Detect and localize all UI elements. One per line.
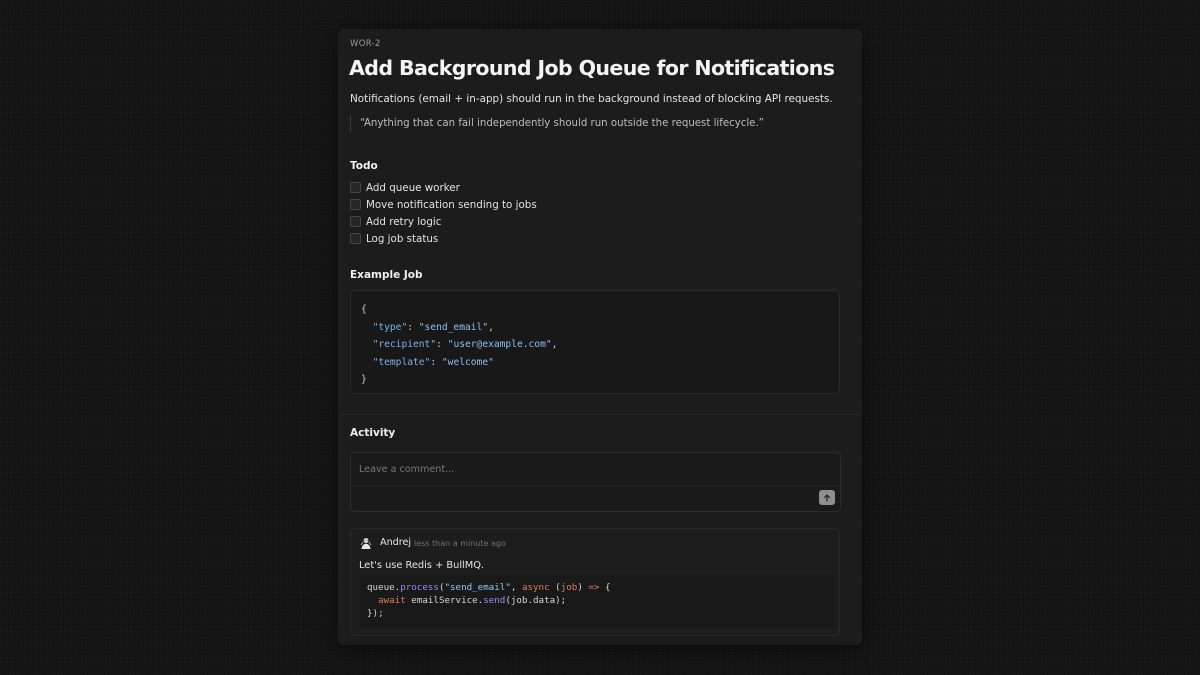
issue-description: Notifications (email + in-app) should ru… <box>350 93 833 105</box>
todo-list: Add queue worker Move notification sendi… <box>350 179 537 247</box>
code-key: "type" <box>372 321 408 333</box>
issue-panel: WOR-2 Add Background Job Queue for Notif… <box>338 29 862 645</box>
comment-composer <box>350 452 841 512</box>
submit-comment-button[interactable] <box>819 490 835 505</box>
code-key: "recipient" <box>372 339 437 351</box>
issue-id: WOR-2 <box>350 39 381 49</box>
comment-card: Andrej less than a minute ago Let's use … <box>350 528 840 636</box>
avatar <box>359 536 373 550</box>
todo-item-label: Move notification sending to jobs <box>366 198 537 211</box>
issue-title: Add Background Job Queue for Notificatio… <box>349 56 835 80</box>
todo-item[interactable]: Log job status <box>350 230 537 247</box>
todo-item-label: Add queue worker <box>366 181 460 194</box>
activity-heading: Activity <box>350 427 396 439</box>
example-job-heading: Example Job <box>350 269 423 281</box>
comment-author: Andrej <box>380 537 412 548</box>
comment-code-block: queue.process("send_email", async (job) … <box>359 575 834 628</box>
arrow-up-icon <box>823 493 831 502</box>
code-open-brace: { <box>361 304 367 315</box>
todo-checkbox[interactable] <box>350 233 361 244</box>
example-job-code-block: { "type": "send_email", "recipient": "us… <box>350 290 840 394</box>
code-key: "template" <box>372 356 431 368</box>
code-value: "welcome" <box>441 356 494 368</box>
issue-quote: “Anything that can fail independently sh… <box>350 115 764 132</box>
todo-item-label: Log job status <box>366 232 439 245</box>
todo-heading: Todo <box>350 160 378 172</box>
comment-input[interactable] <box>351 453 840 485</box>
todo-item[interactable]: Add queue worker <box>350 179 537 196</box>
code-close-brace: } <box>361 374 367 386</box>
comment-text: Let's use Redis + BullMQ. <box>359 560 485 571</box>
section-divider <box>338 414 862 415</box>
code-value: "send_email" <box>418 321 489 333</box>
todo-checkbox[interactable] <box>350 216 361 227</box>
code-value: "user@example.com" <box>447 339 552 351</box>
todo-item[interactable]: Add retry logic <box>350 213 537 230</box>
comment-timestamp: less than a minute ago <box>414 539 506 548</box>
composer-divider <box>351 485 840 486</box>
todo-checkbox[interactable] <box>350 182 361 193</box>
todo-item[interactable]: Move notification sending to jobs <box>350 196 537 213</box>
todo-checkbox[interactable] <box>350 199 361 210</box>
todo-item-label: Add retry logic <box>366 215 442 228</box>
